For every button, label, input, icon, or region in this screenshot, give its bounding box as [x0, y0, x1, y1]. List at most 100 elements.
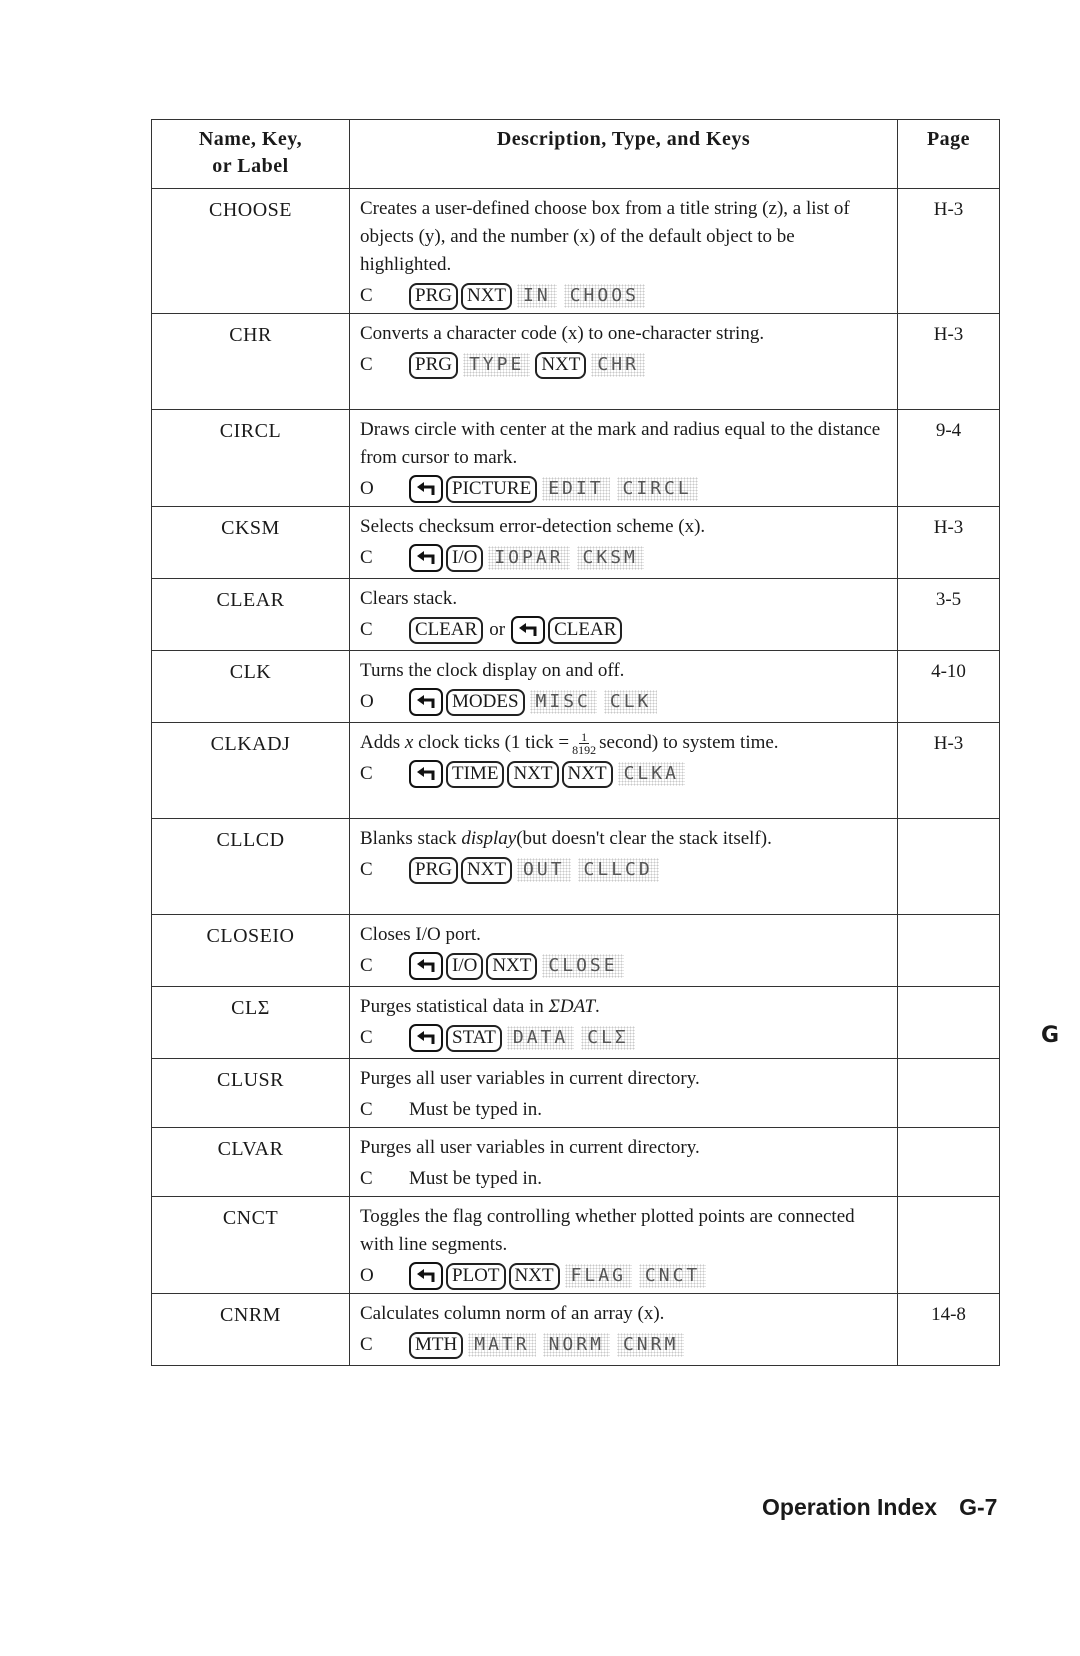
- calculator-key: NXT: [460, 282, 513, 310]
- key-sequence: C CLEAR or CLEAR: [360, 615, 889, 645]
- menu-softkey: IOPAR: [488, 546, 570, 570]
- table-row: CNCT Toggles the flag controlling whether…: [151, 1196, 1000, 1294]
- menu-softkey: CLKA: [617, 762, 685, 786]
- menu-softkey: CKSM: [576, 546, 644, 570]
- operation-type: C: [360, 285, 373, 306]
- description-text: Adds x clock ticks (1 tick = 1 8192 second)…: [360, 730, 779, 758]
- operation-type: O: [360, 691, 374, 712]
- left-shift-key-icon: [409, 475, 443, 503]
- table-row: CLK Turns the clock display on and off. O M…: [151, 650, 1000, 723]
- typed-note: Must be typed in.: [409, 1168, 542, 1189]
- calculator-key: STAT: [446, 1024, 502, 1052]
- key-sequence: C STAT DATA CLΣ: [360, 1023, 889, 1053]
- page-reference: H-3: [897, 506, 1000, 579]
- table-row: CHOOSE Creates a user-defined choose box …: [151, 188, 1000, 314]
- left-shift-key-icon: [409, 1024, 443, 1052]
- calculator-key: CLEAR: [409, 616, 484, 644]
- left-shift-key-icon: [409, 688, 443, 716]
- menu-softkey: TYPE: [462, 353, 531, 377]
- description-text: Blanks stack display(but doesn't clear t…: [360, 828, 772, 849]
- page-footer: Operation Index G-7: [762, 1494, 997, 1521]
- description-text: Closes I/O port.: [360, 924, 481, 945]
- operation-description-cell: Calculates column norm of an array (x). C…: [349, 1293, 898, 1366]
- operation-description-cell: Closes I/O port. C I/O NXT CLOSE: [349, 914, 898, 987]
- operation-name: CLVAR: [151, 1127, 350, 1197]
- operation-name: CLEAR: [151, 578, 350, 651]
- description-text: Purges statistical data in ΣDAT.: [360, 996, 600, 1017]
- table-row: CLEAR Clears stack. C CLEAR or CLEAR 3-5: [151, 578, 1000, 651]
- calculator-key: CLEAR: [548, 616, 623, 644]
- operation-type: C: [360, 1334, 373, 1355]
- menu-softkey: MISC: [529, 690, 597, 714]
- table-row: CLUSR Purges all user variables in curren…: [151, 1058, 1000, 1128]
- description-text: Purges all user variables in current dir…: [360, 1137, 700, 1158]
- operation-description-cell: Draws circle with center at the mark and…: [349, 409, 898, 507]
- menu-softkey: CLLCD: [577, 858, 659, 882]
- table-row: CLOSEIO Closes I/O port. C I/O NXT CLOSE: [151, 914, 1000, 987]
- menu-softkey: NORM: [542, 1333, 610, 1357]
- page-reference: 14-8: [897, 1293, 1000, 1366]
- footer-page-number: G-7: [959, 1494, 998, 1520]
- page-reference: 3-5: [897, 578, 1000, 651]
- key-sequence: O PICTURE EDIT CIRCL: [360, 474, 889, 504]
- calculator-key: NXT: [507, 760, 559, 788]
- operation-type: O: [360, 478, 374, 499]
- key-sequence: O PLOT NXT FLAG CNCT: [360, 1261, 889, 1291]
- page-reference: 9-4: [897, 409, 1000, 507]
- operation-type: C: [360, 547, 373, 568]
- menu-softkey: CLOSE: [542, 954, 624, 978]
- operation-type: C: [360, 619, 373, 640]
- calculator-key: MODES: [446, 688, 525, 716]
- menu-softkey: FLAG: [564, 1264, 632, 1288]
- menu-softkey: CHOOS: [563, 284, 645, 308]
- menu-softkey: CNRM: [616, 1333, 685, 1357]
- menu-softkey: CIRCL: [616, 477, 698, 501]
- description-text: Selects checksum error-detection scheme …: [360, 516, 706, 537]
- operation-name: CLLCD: [151, 818, 350, 915]
- operation-description-cell: Turns the clock display on and off. O MODE…: [349, 650, 898, 723]
- operation-type: C: [360, 763, 373, 784]
- operation-name: CLΣ: [151, 986, 350, 1059]
- operation-description-cell: Converts a character code (x) to one-cha…: [349, 313, 898, 410]
- operation-description-cell: Purges statistical data in ΣDAT. C STAT DAT…: [349, 986, 898, 1059]
- page-reference: H-3: [897, 313, 1000, 410]
- key-sequence: C TIME NXT NXT CLKA: [360, 759, 889, 789]
- table-row: CHR Converts a character code (x) to one-…: [151, 313, 1000, 410]
- operation-type: C: [360, 354, 373, 375]
- operation-name: CKSM: [151, 506, 350, 579]
- description-text: Calculates column norm of an array (x).: [360, 1303, 665, 1324]
- calculator-key: I/O: [446, 952, 484, 980]
- operation-type: C: [360, 1168, 373, 1189]
- table-row: CNRM Calculates column norm of an array (…: [151, 1293, 1000, 1366]
- left-shift-key-icon: [409, 952, 443, 980]
- menu-softkey: EDIT: [542, 477, 610, 501]
- operation-description-cell: Adds x clock ticks (1 tick = 1 8192 second)…: [349, 722, 898, 819]
- calculator-key: I/O: [446, 544, 484, 572]
- menu-softkey: CHR: [591, 353, 645, 377]
- menu-softkey: MATR: [468, 1333, 536, 1357]
- table-row: CLLCD Blanks stack display(but doesn't cl…: [151, 818, 1000, 915]
- header-description: Description, Type, and Keys: [349, 119, 898, 189]
- calculator-key: PRG: [409, 351, 458, 379]
- calculator-key: PICTURE: [446, 475, 538, 503]
- calculator-key: NXT: [460, 856, 513, 884]
- operation-description-cell: Toggles the flag controlling whether plo…: [349, 1196, 898, 1294]
- menu-softkey: OUT: [517, 858, 571, 882]
- key-sequence: O MODES MISC CLK: [360, 687, 889, 717]
- table-row: CLKADJ Adds x clock ticks (1 tick = 1 8192 s…: [151, 722, 1000, 819]
- key-sequence: C Must be typed in.: [360, 1164, 889, 1194]
- key-sequence: C PRG TYPE NXT CHR: [360, 350, 889, 380]
- operation-description-cell: Creates a user-defined choose box from a…: [349, 188, 898, 314]
- operation-description-cell: Purges all user variables in current dir…: [349, 1058, 898, 1128]
- menu-softkey: CLΣ: [581, 1026, 635, 1050]
- key-sequence: C PRG NXT OUT CLLCD: [360, 855, 889, 885]
- operation-description-cell: Selects checksum error-detection scheme …: [349, 506, 898, 579]
- description-text: Purges all user variables in current dir…: [360, 1068, 700, 1089]
- operation-description-cell: Blanks stack display(but doesn't clear t…: [349, 818, 898, 915]
- operation-description-cell: Clears stack. C CLEAR or CLEAR: [349, 578, 898, 651]
- table-header-row: Name, Key, or Label Description, Type, a…: [151, 119, 1000, 189]
- page-reference: H-3: [897, 188, 1000, 314]
- menu-softkey: CNCT: [638, 1264, 707, 1288]
- operation-type: C: [360, 859, 373, 880]
- table-row: CIRCL Draws circle with center at the mar…: [151, 409, 1000, 507]
